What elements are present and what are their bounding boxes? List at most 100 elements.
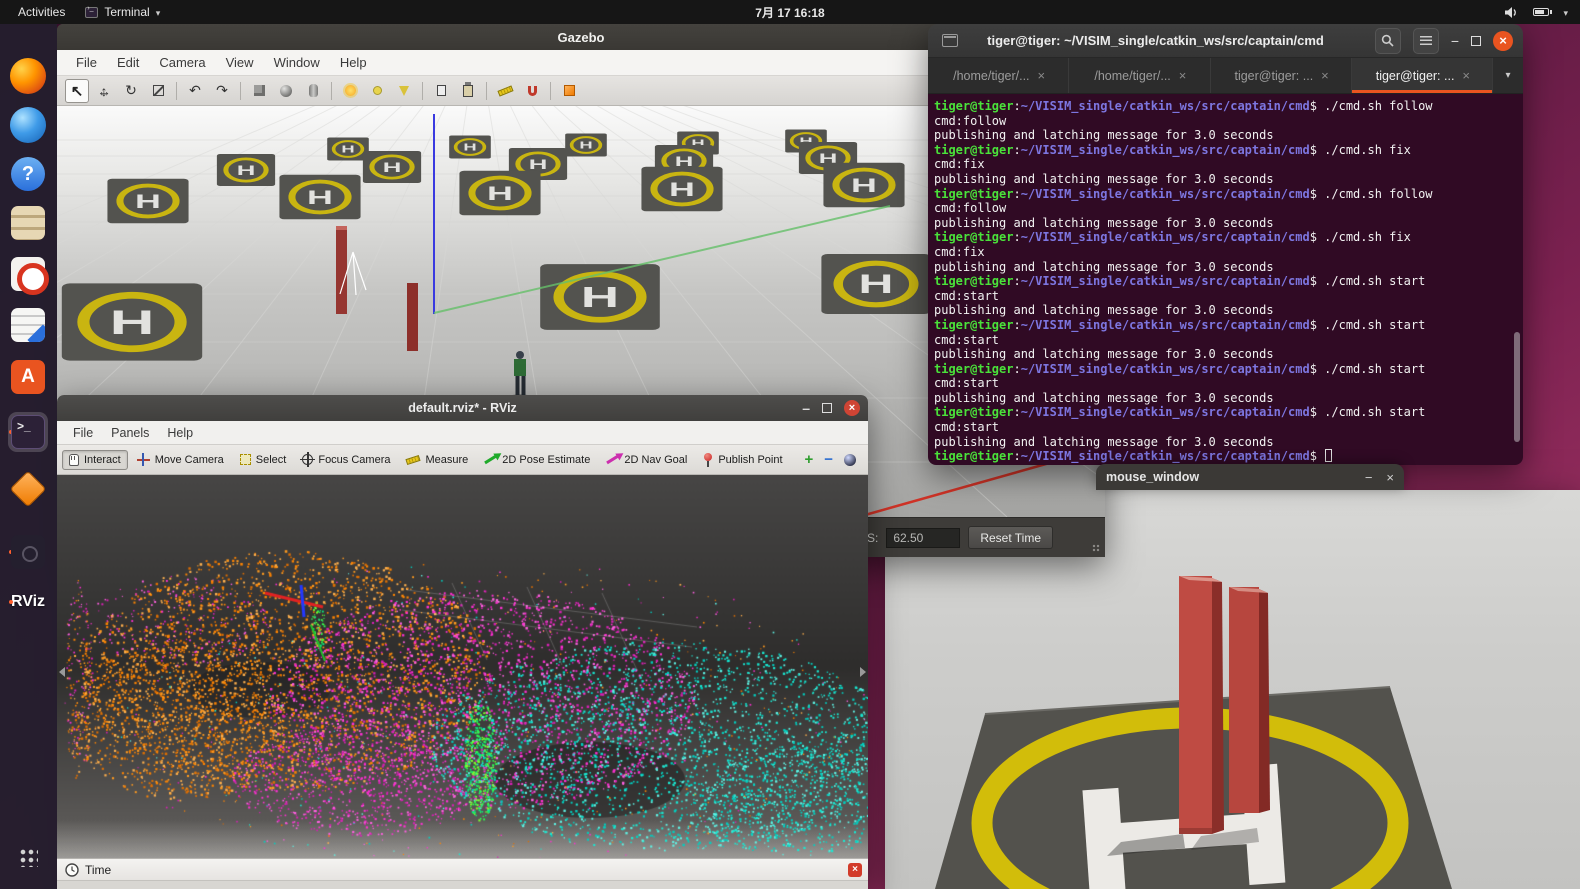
tool-select[interactable]: Select	[233, 450, 294, 470]
paste-icon	[463, 85, 473, 97]
desktop: Gazebo FileEditCameraViewWindowHelp HHHH…	[0, 0, 1580, 889]
tool-publish-point[interactable]: Publish Point	[696, 449, 789, 471]
svg-text:H: H	[463, 142, 476, 153]
window-icon[interactable]	[942, 34, 958, 47]
app-menu[interactable]: Terminal	[77, 0, 168, 24]
measure-tool[interactable]	[493, 79, 517, 103]
sphere-icon[interactable]	[844, 454, 856, 466]
tab-close-icon[interactable]	[1179, 68, 1195, 83]
model-tool[interactable]	[557, 79, 581, 103]
add-tool-icon[interactable]: +	[804, 451, 813, 468]
cylinder-tool[interactable]	[301, 79, 325, 103]
rotate-tool[interactable]	[119, 79, 143, 103]
clock[interactable]: 7月 17 16:18	[755, 4, 824, 21]
tool-move-camera[interactable]: Move Camera	[130, 449, 231, 470]
dock-rhythmbox[interactable]	[8, 254, 48, 294]
minimize-icon[interactable]: –	[802, 403, 810, 413]
gazebo-menu-window[interactable]: Window	[265, 52, 329, 73]
gazebo-menu-camera[interactable]: Camera	[150, 52, 214, 73]
rviz-toolbar: InteractMove CameraSelectFocus CameraMea…	[57, 445, 868, 475]
tab-list-dropdown-icon[interactable]	[1493, 58, 1523, 93]
redo-tool[interactable]	[210, 79, 234, 103]
dock-rviz[interactable]: RViz	[8, 582, 48, 622]
translate-tool[interactable]	[92, 79, 116, 103]
show-applications-button[interactable]	[8, 837, 48, 877]
tool-focus-camera[interactable]: Focus Camera	[295, 450, 397, 470]
gazebo-menu-view[interactable]: View	[217, 52, 263, 73]
scrollbar-thumb[interactable]	[1514, 332, 1520, 442]
remove-tool-icon[interactable]: −	[824, 451, 833, 468]
terminal-body[interactable]: tiger@tiger:~/VISIM_single/catkin_ws/src…	[928, 94, 1523, 465]
time-panel-close-icon[interactable]	[848, 863, 862, 877]
gazebo-menu-help[interactable]: Help	[331, 52, 376, 73]
dock-gazebo[interactable]	[8, 469, 48, 509]
rviz-menu-panels[interactable]: Panels	[103, 424, 157, 442]
dock-files[interactable]	[8, 203, 48, 243]
prompt-path: ~/VISIM_single/catkin_ws/src/captain/cmd	[1021, 318, 1310, 332]
close-icon[interactable]	[1386, 470, 1394, 485]
rviz-menu-file[interactable]: File	[65, 424, 101, 442]
terminal-line: tiger@tiger:~/VISIM_single/catkin_ws/src…	[934, 143, 1523, 158]
tool-2d-nav-goal[interactable]: 2D Nav Goal	[599, 450, 694, 470]
pointcloud-canvas[interactable]	[57, 475, 868, 858]
minimize-icon[interactable]: −	[1365, 470, 1373, 485]
rviz-3d-view[interactable]	[57, 475, 868, 858]
maximize-icon[interactable]	[822, 403, 832, 413]
minimize-icon[interactable]: −	[1451, 36, 1459, 46]
tool-measure[interactable]: Measure	[399, 450, 475, 470]
menu-button[interactable]	[1413, 28, 1439, 54]
paste-tool[interactable]	[456, 79, 480, 103]
sun-tool[interactable]	[338, 79, 362, 103]
rviz-titlebar[interactable]: default.rviz* - RViz –	[57, 395, 868, 421]
clock-icon	[65, 863, 79, 877]
close-icon[interactable]	[844, 400, 860, 416]
terminal-tab-1[interactable]: /home/tiger/...	[928, 58, 1069, 93]
dock-ubuntu-software[interactable]	[8, 357, 48, 397]
tab-close-icon[interactable]	[1038, 68, 1054, 83]
dock-help[interactable]	[8, 154, 48, 194]
terminal-tab-3[interactable]: tiger@tiger: ...	[1211, 58, 1352, 93]
gazebo-menu-edit[interactable]: Edit	[108, 52, 148, 73]
reset-time-button[interactable]: Reset Time	[968, 526, 1053, 549]
gazebo-menu-file[interactable]: File	[67, 52, 106, 73]
panel-collapse-left-icon[interactable]	[59, 667, 65, 677]
dock-libreoffice-writer[interactable]	[8, 305, 48, 345]
terminal-titlebar[interactable]: tiger@tiger: ~/VISIM_single/catkin_ws/sr…	[928, 24, 1523, 58]
dock-thunderbird[interactable]	[8, 105, 48, 145]
scale-tool[interactable]	[146, 79, 170, 103]
magnet-tool[interactable]	[520, 79, 544, 103]
rviz-tools: InteractMove CameraSelectFocus CameraMea…	[62, 449, 790, 471]
pointlight-tool[interactable]	[365, 79, 389, 103]
terminal-tab-4[interactable]: tiger@tiger: ...	[1352, 58, 1493, 93]
undo-tool[interactable]	[183, 79, 207, 103]
pointlight-icon	[373, 86, 382, 95]
spotlight-tool[interactable]	[392, 79, 416, 103]
terminal-tab-2[interactable]: /home/tiger/...	[1069, 58, 1210, 93]
activities-button[interactable]: Activities	[10, 0, 73, 24]
mouse-window-titlebar[interactable]: mouse_window −	[1096, 464, 1404, 490]
search-button[interactable]	[1375, 28, 1401, 54]
prompt-user: tiger@tiger	[934, 143, 1013, 157]
svg-text:H: H	[487, 183, 513, 205]
sphere-tool[interactable]	[274, 79, 298, 103]
tool-interact[interactable]: Interact	[62, 450, 128, 470]
resize-grip[interactable]	[1092, 544, 1100, 552]
box-tool[interactable]	[247, 79, 271, 103]
close-icon[interactable]	[1493, 31, 1513, 51]
tab-close-icon[interactable]	[1462, 68, 1478, 83]
toolbar-separator	[486, 82, 487, 100]
panel-collapse-right-icon[interactable]	[860, 667, 866, 677]
copy-tool[interactable]	[429, 79, 453, 103]
maximize-icon[interactable]	[1471, 36, 1481, 46]
terminal-line: publishing and latching message for 3.0 …	[934, 128, 1523, 143]
tool-2d-pose-estimate[interactable]: 2D Pose Estimate	[477, 450, 597, 470]
time-panel-header[interactable]: Time	[57, 859, 868, 881]
dock-dark-app[interactable]	[8, 532, 48, 572]
dock-firefox[interactable]	[8, 56, 48, 96]
rviz-menu-help[interactable]: Help	[159, 424, 201, 442]
rviz-title: default.rviz* - RViz	[57, 401, 868, 415]
system-status-area[interactable]	[1504, 5, 1580, 19]
select-arrow-tool[interactable]	[65, 79, 89, 103]
tab-close-icon[interactable]	[1321, 68, 1337, 83]
dock-terminal[interactable]	[8, 412, 48, 452]
